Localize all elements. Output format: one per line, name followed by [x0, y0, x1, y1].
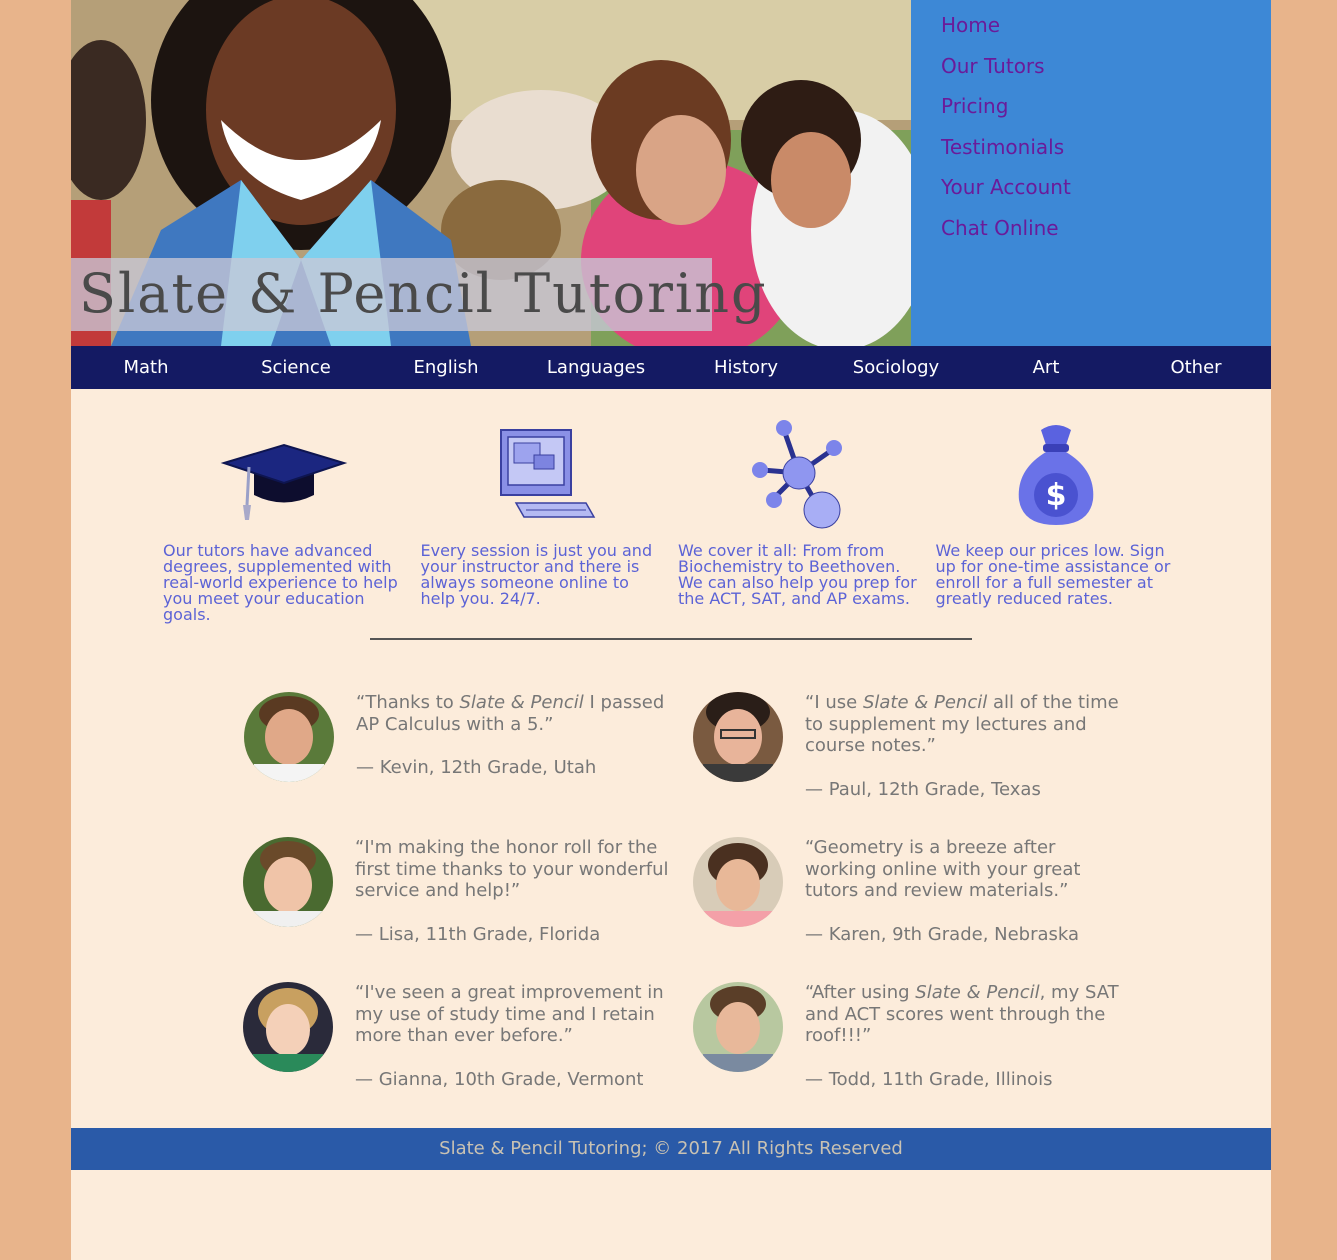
subject-sociology[interactable]: Sociology: [821, 346, 971, 389]
nav-pricing[interactable]: Pricing: [941, 94, 1008, 118]
avatar: [693, 837, 783, 927]
testimonial-quote: “I've seen a great improvement in my use…: [355, 982, 664, 1046]
testimonial-quote: “I use Slate & Pencil all of the time to…: [805, 692, 1119, 756]
testimonial-quote: “Thanks to Slate & Pencil I passed AP Ca…: [356, 692, 665, 735]
avatar: [693, 982, 783, 1072]
feature-text: Our tutors have advanced degrees, supple…: [163, 541, 398, 624]
testimonial-author: — Karen, 9th Grade, Nebraska: [805, 923, 1080, 945]
testimonial-author: — Todd, 11th Grade, Illinois: [805, 1068, 1053, 1090]
feature-item: We cover it all: From from Biochemistry …: [678, 415, 936, 623]
subject-history[interactable]: History: [671, 346, 821, 389]
testimonial-author: — Kevin, 12th Grade, Utah: [356, 757, 597, 778]
testimonial-quote: “After using Slate & Pencil, my SAT and …: [805, 982, 1119, 1046]
feature-text: We cover it all: From from Biochemistry …: [678, 541, 917, 608]
feature-item: Every session is just you and your instr…: [421, 415, 679, 623]
svg-text:$: $: [1046, 478, 1067, 513]
nav-your-account[interactable]: Your Account: [941, 175, 1071, 199]
testimonial-author: — Lisa, 11th Grade, Florida: [355, 923, 601, 945]
nav-our-tutors[interactable]: Our Tutors: [941, 54, 1045, 78]
subject-other[interactable]: Other: [1121, 346, 1271, 389]
subject-math[interactable]: Math: [71, 346, 221, 389]
avatar: [244, 692, 334, 782]
subjects-nav: Math Science English Languages History S…: [71, 346, 1271, 389]
footer: Slate & Pencil Tutoring; © 2017 All Righ…: [71, 1128, 1271, 1170]
feature-text: Every session is just you and your instr…: [420, 541, 653, 608]
features: Our tutors have advanced degrees, supple…: [163, 415, 1193, 623]
avatar: [693, 692, 783, 782]
main-nav: Home Our Tutors Pricing Testimonials You…: [911, 0, 1271, 346]
section-divider: [370, 638, 972, 640]
subject-art[interactable]: Art: [971, 346, 1121, 389]
subject-science[interactable]: Science: [221, 346, 371, 389]
nav-home[interactable]: Home: [941, 13, 1000, 37]
nav-chat-online[interactable]: Chat Online: [941, 216, 1059, 240]
hero-image: Slate & Pencil Tutoring: [71, 0, 911, 346]
testimonial-quote: “I'm making the honor roll for the first…: [355, 837, 669, 901]
site-logo[interactable]: Slate & Pencil Tutoring: [79, 262, 768, 325]
avatar: [243, 837, 333, 927]
computer-icon: [500, 429, 596, 518]
page: Slate & Pencil Tutoring Home Our Tutors …: [71, 0, 1271, 1260]
feature-item: $ We keep our prices low. Sign up for on…: [936, 415, 1194, 623]
feature-text: We keep our prices low. Sign up for one-…: [935, 541, 1171, 608]
testimonial-quote: “Geometry is a breeze after working onli…: [805, 837, 1081, 901]
graduation-cap-icon: [220, 443, 348, 520]
subject-english[interactable]: English: [371, 346, 521, 389]
testimonial-author: — Paul, 12th Grade, Texas: [805, 778, 1041, 800]
avatar: [243, 982, 333, 1072]
subject-languages[interactable]: Languages: [521, 346, 671, 389]
nav-testimonials[interactable]: Testimonials: [941, 135, 1064, 159]
money-bag-icon: $: [1018, 425, 1094, 525]
feature-item: Our tutors have advanced degrees, supple…: [163, 415, 421, 623]
molecule-icon: [751, 419, 842, 528]
testimonial-author: — Gianna, 10th Grade, Vermont: [355, 1068, 644, 1090]
